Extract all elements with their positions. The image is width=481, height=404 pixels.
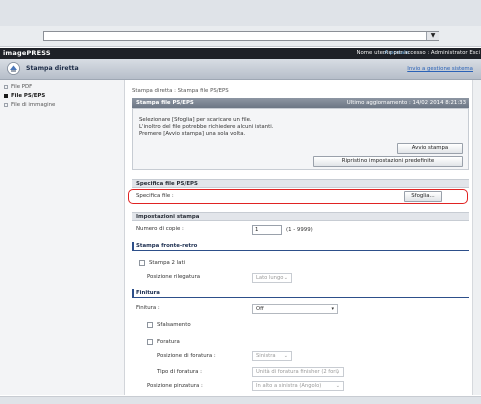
file-spec-header: Specifica file PS/EPS — [132, 179, 469, 188]
direct-print-icon — [7, 62, 20, 75]
copies-range: (1 - 9999) — [286, 227, 313, 233]
bullet-icon — [4, 102, 8, 107]
instructions-box: Selezionare [Sfoglia] per scaricare un f… — [132, 108, 469, 170]
bullet-icon — [4, 93, 8, 98]
offset-checkbox-label: Sfalsamento — [157, 322, 191, 328]
binding-select[interactable]: Lato lungo ⌄ — [252, 273, 292, 283]
last-update: Ultimo aggiornamento : 14/02 2014 8:21:3… — [346, 100, 466, 106]
sidebar-item-image[interactable]: File di immagine — [4, 102, 55, 108]
binding-label: Posizione rilegatura — [147, 274, 201, 280]
instruction-line: L'inoltro del file potrebbe richiedere a… — [139, 124, 274, 130]
vertical-scrollbar[interactable] — [472, 80, 481, 395]
address-dropdown-icon[interactable]: ▼ — [426, 32, 439, 40]
sidebar-item-ps-eps[interactable]: File PS/EPS — [4, 93, 45, 99]
start-print-button[interactable]: Avvio stampa — [397, 143, 463, 154]
instruction-line: Selezionare [Sfoglia] per scaricare un f… — [139, 117, 252, 123]
finishing-label: Finitura : — [136, 305, 160, 311]
chevron-down-icon: ⌄ — [335, 369, 340, 375]
punch-type-select[interactable]: Unità di foratura finisher (2 fori) ⌄ — [252, 367, 344, 377]
chevron-down-icon: ⌄ — [283, 353, 288, 359]
system-settings-link[interactable]: Invio a gestione sistema — [407, 66, 473, 72]
print-settings-header: Impostazioni stampa — [132, 212, 469, 221]
staple-position-label: Posizione pinzatura : — [147, 383, 203, 389]
chevron-down-icon: ⌄ — [335, 383, 340, 389]
staple-position-select[interactable]: In alto a sinistra (Angolo) ⌄ — [252, 381, 344, 391]
chevron-down-icon: ▾ — [331, 306, 334, 312]
copies-input[interactable]: 1 — [252, 225, 282, 235]
page-title: Stampa diretta — [26, 65, 79, 72]
duplex-checkbox[interactable] — [139, 260, 145, 266]
address-bar[interactable] — [43, 31, 439, 41]
user-info[interactable]: Nome utente per accesso : Administrator … — [356, 50, 480, 56]
punch-type-label: Tipo di foratura : — [157, 369, 202, 375]
highlight-box — [128, 189, 468, 204]
section-header: Stampa file PS/EPS Ultimo aggiornamento … — [132, 98, 469, 108]
bullet-icon — [4, 84, 8, 89]
breadcrumb: Stampa diretta : Stampa file PS/EPS — [132, 88, 229, 94]
duplex-header: Stampa fronte-retro — [132, 242, 469, 251]
duplex-checkbox-label: Stampa 2 lati — [149, 260, 186, 266]
punch-position-label: Posizione di foratura : — [157, 353, 216, 359]
finishing-header: Finitura — [132, 289, 469, 298]
punch-position-select[interactable]: Sinistra ⌄ — [252, 351, 292, 361]
chevron-down-icon: ⌄ — [283, 275, 288, 281]
finishing-select[interactable]: Off ▾ — [252, 304, 338, 314]
reset-defaults-button[interactable]: Ripristino impostazioni predefinite — [313, 156, 463, 167]
copies-label: Numero di copie : — [136, 226, 184, 232]
punch-checkbox-label: Foratura — [157, 339, 180, 345]
brand-logo: imagePRESS — [3, 49, 51, 57]
app-topbar: imagePRESS A portale Nome utente per acc… — [0, 48, 481, 59]
sidebar: File PDF File PS/EPS File di immagine — [0, 80, 125, 395]
offset-checkbox[interactable] — [147, 322, 153, 328]
instruction-line: Premere [Avvio stampa] una sola volta. — [139, 131, 246, 137]
section-title: Stampa file PS/EPS — [136, 100, 194, 106]
sidebar-item-pdf[interactable]: File PDF — [4, 84, 32, 90]
punch-checkbox[interactable] — [147, 339, 153, 345]
